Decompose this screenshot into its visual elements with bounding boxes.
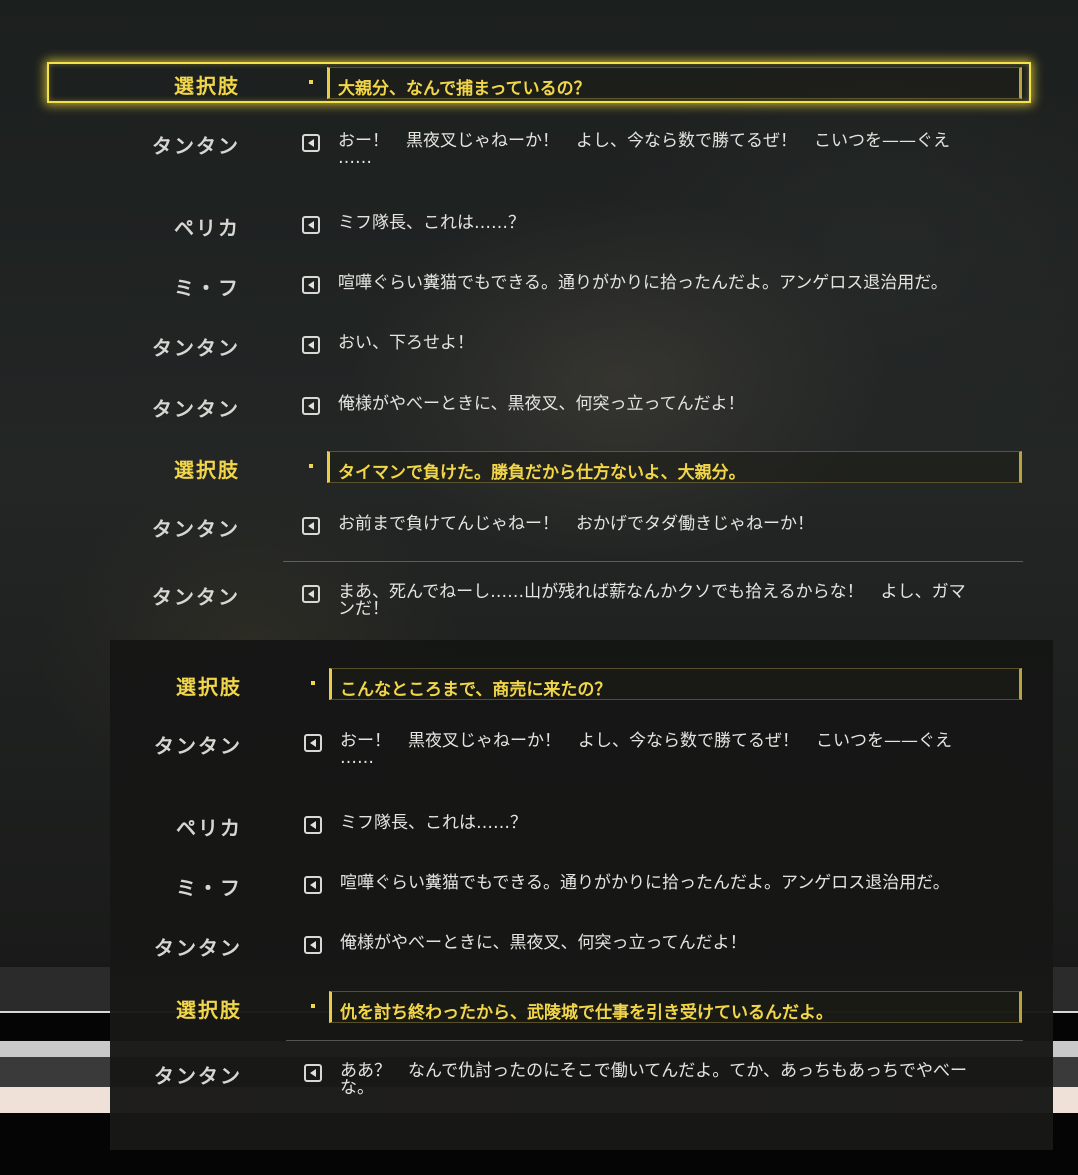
speaker-name: ペリカ: [176, 816, 242, 840]
speaker-name: ペリカ: [174, 216, 240, 240]
choice-bullet-icon: [311, 681, 315, 685]
speaker-name: タンタン: [154, 734, 242, 758]
choice-text: 大親分、なんで捕まっているの？: [338, 79, 591, 99]
speaker-play-icon[interactable]: [302, 276, 320, 294]
speaker-name: タンタン: [152, 134, 240, 158]
choice-option[interactable]: タイマンで負けた。勝負だから仕方ないよ、大親分。: [327, 451, 1022, 483]
choice-text: こんなところまで、商売に来たの？: [340, 680, 612, 700]
speaker-name: ミ・フ: [176, 876, 242, 900]
choice-text: タイマンで負けた。勝負だから仕方ないよ、大親分。: [338, 463, 746, 483]
divider: [286, 1040, 1023, 1041]
speaker-name: タンタン: [154, 936, 242, 960]
speaker-play-icon[interactable]: [302, 397, 320, 415]
dialog-text: まあ、死んでねーし……山が残れば薪なんかクソでも拾えるからな！ よし、ガマ ンだ…: [338, 582, 966, 619]
dialog-text: 喧嘩ぐらい糞猫でもできる。通りがかりに拾ったんだよ。アンゲロス退治用だ。: [338, 273, 948, 293]
speaker-name: タンタン: [152, 585, 240, 609]
dialog-text: 喧嘩ぐらい糞猫でもできる。通りがかりに拾ったんだよ。アンゲロス退治用だ。: [340, 873, 950, 893]
speaker-play-icon[interactable]: [304, 816, 322, 834]
dialog-text: 俺様がやべーときに、黒夜叉、何突っ立ってんだよ！: [338, 394, 745, 414]
speaker-name: ミ・フ: [174, 276, 240, 300]
choice-option[interactable]: 大親分、なんで捕まっているの？: [327, 67, 1022, 99]
speaker-name: 選択肢: [174, 74, 240, 98]
speaker-name: タンタン: [154, 1064, 242, 1088]
dialog-text: お前まで負けてんじゃねー！ おかげでタダ働きじゃねーか！: [338, 514, 814, 534]
divider: [283, 561, 1023, 562]
speaker-play-icon[interactable]: [304, 876, 322, 894]
speaker-play-icon[interactable]: [302, 216, 320, 234]
speaker-play-icon[interactable]: [304, 1064, 322, 1082]
speaker-name: 選択肢: [176, 998, 242, 1022]
speaker-name: タンタン: [152, 517, 240, 541]
speaker-name: 選択肢: [176, 675, 242, 699]
choice-text: 仇を討ち終わったから、武陵城で仕事を引き受けているんだよ。: [340, 1003, 833, 1023]
speaker-play-icon[interactable]: [302, 336, 320, 354]
dialog-text: ミフ隊長、これは……？: [340, 813, 527, 833]
speaker-play-icon[interactable]: [302, 517, 320, 535]
speaker-play-icon[interactable]: [302, 134, 320, 152]
speaker-play-icon[interactable]: [302, 585, 320, 603]
speaker-name: タンタン: [152, 397, 240, 421]
choice-option[interactable]: こんなところまで、商売に来たの？: [329, 668, 1022, 700]
choice-bullet-icon: [309, 80, 313, 84]
speaker-name: 選択肢: [174, 458, 240, 482]
speaker-play-icon[interactable]: [304, 936, 322, 954]
speaker-play-icon[interactable]: [304, 734, 322, 752]
dialog-text: おー！ 黒夜叉じゃねーか！ よし、今なら数で勝てるぜ！ こいつを——ぐえ ……: [340, 731, 952, 768]
dialog-text: ああ？ なんで仇討ったのにそこで働いてんだよ。てか、あっちもあっちでやべー な。: [340, 1061, 967, 1098]
dialog-text: おー！ 黒夜叉じゃねーか！ よし、今なら数で勝てるぜ！ こいつを——ぐえ ……: [338, 131, 950, 168]
dialog-text: おい、下ろせよ！: [338, 333, 474, 353]
dialog-text: ミフ隊長、これは……？: [338, 213, 525, 233]
choice-bullet-icon: [309, 464, 313, 468]
speaker-name: タンタン: [152, 336, 240, 360]
choice-option[interactable]: 仇を討ち終わったから、武陵城で仕事を引き受けているんだよ。: [329, 991, 1022, 1023]
dialog-text: 俺様がやべーときに、黒夜叉、何突っ立ってんだよ！: [340, 933, 747, 953]
choice-bullet-icon: [311, 1004, 315, 1008]
